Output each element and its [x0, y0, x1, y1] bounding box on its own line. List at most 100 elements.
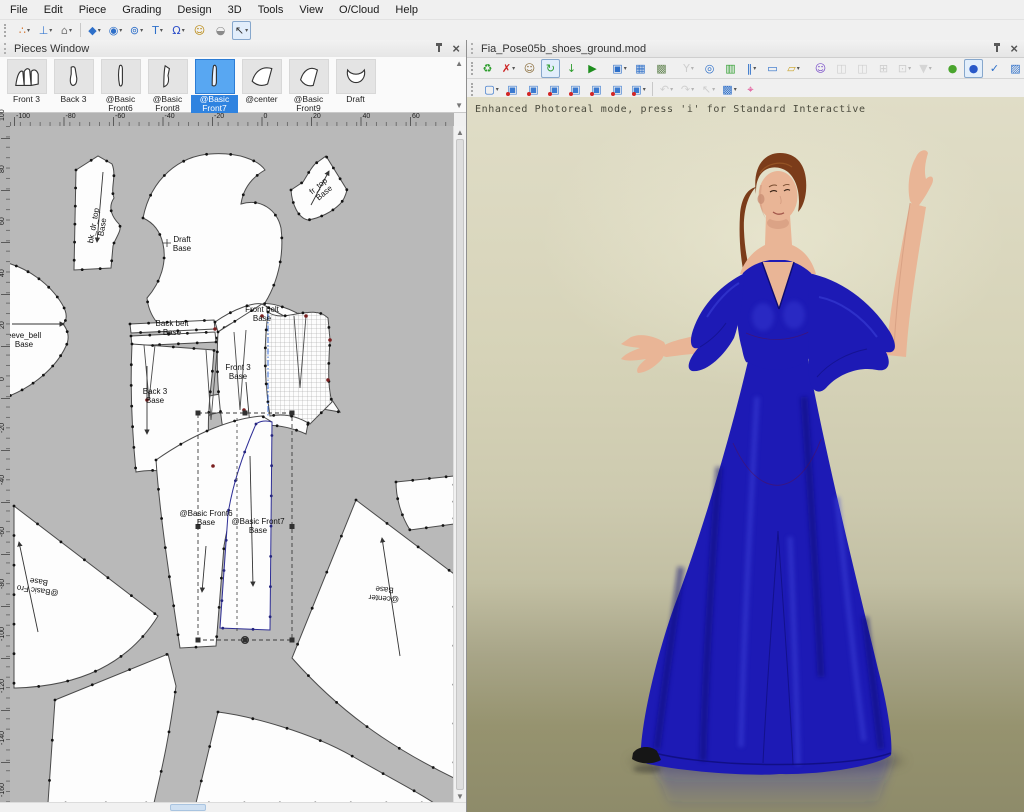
sphere-green-icon[interactable]: ●: [943, 59, 962, 78]
dropdown-caret-icon[interactable]: ▾: [691, 65, 694, 72]
fold-box-icon-5[interactable]: ▣: [587, 80, 606, 99]
measure-icon[interactable]: ‖▾: [742, 59, 761, 78]
menu-edit[interactable]: Edit: [36, 2, 71, 18]
piece-thumb-basicfront8[interactable]: @Basic Front8: [144, 57, 191, 112]
figure-light-tool[interactable]: ☺: [190, 21, 209, 40]
dropdown-caret-icon[interactable]: ▾: [160, 27, 163, 34]
scroll-down-icon[interactable]: ▼: [454, 792, 466, 801]
piece-thumb-basicfront6[interactable]: @Basic Front6: [97, 57, 144, 112]
3d-viewport[interactable]: Enhanced Photoreal mode, press 'i' for S…: [467, 97, 1024, 812]
image-icon[interactable]: ▨: [1006, 59, 1024, 78]
fold-box-icon-3[interactable]: ▣: [545, 80, 564, 99]
dropdown-caret-icon[interactable]: ▾: [753, 65, 756, 72]
menu-3d[interactable]: 3D: [220, 2, 250, 18]
dropdown-caret-icon[interactable]: ▾: [643, 86, 646, 93]
import-update-icon[interactable]: ↓: [562, 59, 581, 78]
dropdown-caret-icon[interactable]: ▾: [69, 27, 72, 34]
fold-box-icon-7[interactable]: ▣▾: [629, 80, 648, 99]
undo-icon[interactable]: ↶▾: [657, 80, 676, 99]
window-3d-icon[interactable]: ▣▾: [610, 59, 629, 78]
pointer-icon[interactable]: ↖▾: [699, 80, 718, 99]
fabric-grid-icon[interactable]: ▩: [652, 59, 671, 78]
pin-tool-icon[interactable]: ⌖: [741, 80, 760, 99]
dropdown-caret-icon[interactable]: ▾: [624, 65, 627, 72]
device-icon[interactable]: ▭: [763, 59, 782, 78]
piece-thumb-draft[interactable]: Draft: [332, 57, 379, 112]
piece-thumb-front3[interactable]: Front 3: [3, 57, 50, 112]
seam-shape-tool[interactable]: Ω▾: [169, 21, 188, 40]
dropdown-caret-icon[interactable]: ▾: [98, 27, 101, 34]
hscroll-thumb[interactable]: [170, 804, 206, 811]
basic-front-bl-piece[interactable]: [14, 506, 158, 688]
menu-file[interactable]: File: [2, 2, 36, 18]
center-wedge-piece[interactable]: [292, 500, 454, 778]
avatar-icon[interactable]: ☺: [520, 59, 539, 78]
dropdown-caret-icon[interactable]: ▾: [734, 86, 737, 93]
sphere-blue-icon[interactable]: ●: [964, 59, 983, 78]
render-inspect-icon[interactable]: ◎: [700, 59, 719, 78]
fold-box-icon-1[interactable]: ▣: [503, 80, 522, 99]
piece-thumb-back3[interactable]: Back 3: [50, 57, 97, 112]
dropdown-caret-icon[interactable]: ▾: [908, 65, 911, 72]
avatar-edit-icon[interactable]: ☺: [811, 59, 830, 78]
piece-thumb-basicfront7[interactable]: @Basic Front7: [191, 57, 238, 112]
fold-box-icon-2[interactable]: ▣: [524, 80, 543, 99]
piece-thumb-basicfront9[interactable]: @Basic Front9: [285, 57, 332, 112]
run-simulation-icon[interactable]: ▶: [583, 59, 602, 78]
select-zone-icon[interactable]: ▢▾: [482, 80, 501, 99]
tr-piece-piece[interactable]: [396, 476, 454, 530]
dropdown-caret-icon[interactable]: ▾: [119, 27, 122, 34]
circle-tool[interactable]: ◉▾: [106, 21, 125, 40]
fold-box-icon-6[interactable]: ▣: [608, 80, 627, 99]
button-tool[interactable]: ⊚▾: [127, 21, 146, 40]
mannequin-icon[interactable]: Y▾: [679, 59, 698, 78]
horizontal-scrollbar[interactable]: [0, 802, 466, 812]
tile-icon-2[interactable]: ◫: [853, 59, 872, 78]
fold-box-icon-4[interactable]: ▣: [566, 80, 585, 99]
pin-icon[interactable]: [435, 43, 444, 54]
dropdown-caret-icon[interactable]: ▾: [712, 86, 715, 93]
sewing-machine-tool[interactable]: ⌂▾: [57, 21, 76, 40]
texture-grid-icon[interactable]: ▩▾: [720, 80, 739, 99]
perpendicular-point-tool[interactable]: ⊥▾: [36, 21, 55, 40]
menu-design[interactable]: Design: [169, 2, 219, 18]
points-tool[interactable]: ∴▾: [15, 21, 34, 40]
dropdown-caret-icon[interactable]: ▾: [496, 86, 499, 93]
piece-thumb-center[interactable]: @center: [238, 57, 285, 112]
clear-simulation-icon[interactable]: ✗▾: [499, 59, 518, 78]
menu-view[interactable]: View: [291, 2, 331, 18]
check-icon[interactable]: ✓: [985, 59, 1004, 78]
sleeve-bell-piece[interactable]: [10, 262, 68, 398]
close-icon[interactable]: ×: [1008, 43, 1020, 54]
scroll-up-icon[interactable]: ▲: [454, 128, 466, 137]
menu-ocloud[interactable]: O/Cloud: [331, 2, 387, 18]
vertical-scrollbar[interactable]: ▲ ▼: [453, 126, 466, 803]
scroll-thumb[interactable]: [456, 139, 464, 790]
redo-icon[interactable]: ↷▾: [678, 80, 697, 99]
dart-tool[interactable]: ◆▾: [85, 21, 104, 40]
dropdown-caret-icon[interactable]: ▾: [245, 27, 248, 34]
dropdown-caret-icon[interactable]: ▾: [929, 65, 932, 72]
colorway-icon[interactable]: ▥: [721, 59, 740, 78]
thumb-scroll-down-icon[interactable]: ▼: [455, 101, 463, 110]
dropdown-caret-icon[interactable]: ▾: [182, 27, 185, 34]
tshirt-icon[interactable]: ▼▾: [916, 59, 935, 78]
pattern-canvas[interactable]: DraftBasebk_dr_topBasefr_topBaseeeve_bel…: [10, 126, 454, 803]
dropdown-caret-icon[interactable]: ▾: [512, 65, 515, 72]
sync-icon[interactable]: ↻: [541, 59, 560, 78]
menu-help[interactable]: Help: [387, 2, 426, 18]
menu-piece[interactable]: Piece: [71, 2, 115, 18]
dropdown-caret-icon[interactable]: ▾: [797, 65, 800, 72]
dropdown-caret-icon[interactable]: ▾: [49, 27, 52, 34]
lightbulb-tool[interactable]: ◒: [211, 21, 230, 40]
tile-grid-icon[interactable]: ⊞: [874, 59, 893, 78]
menu-tools[interactable]: Tools: [250, 2, 292, 18]
dropdown-caret-icon[interactable]: ▾: [27, 27, 30, 34]
select-cursor-tool[interactable]: ↖▾: [232, 21, 251, 40]
window-3d-grid-icon[interactable]: ▦: [631, 59, 650, 78]
menu-grading[interactable]: Grading: [114, 2, 169, 18]
display-icon[interactable]: ⊡▾: [895, 59, 914, 78]
text-tool[interactable]: T▾: [148, 21, 167, 40]
dropdown-caret-icon[interactable]: ▾: [140, 27, 143, 34]
thumb-scroll-up-icon[interactable]: ▲: [455, 59, 463, 68]
